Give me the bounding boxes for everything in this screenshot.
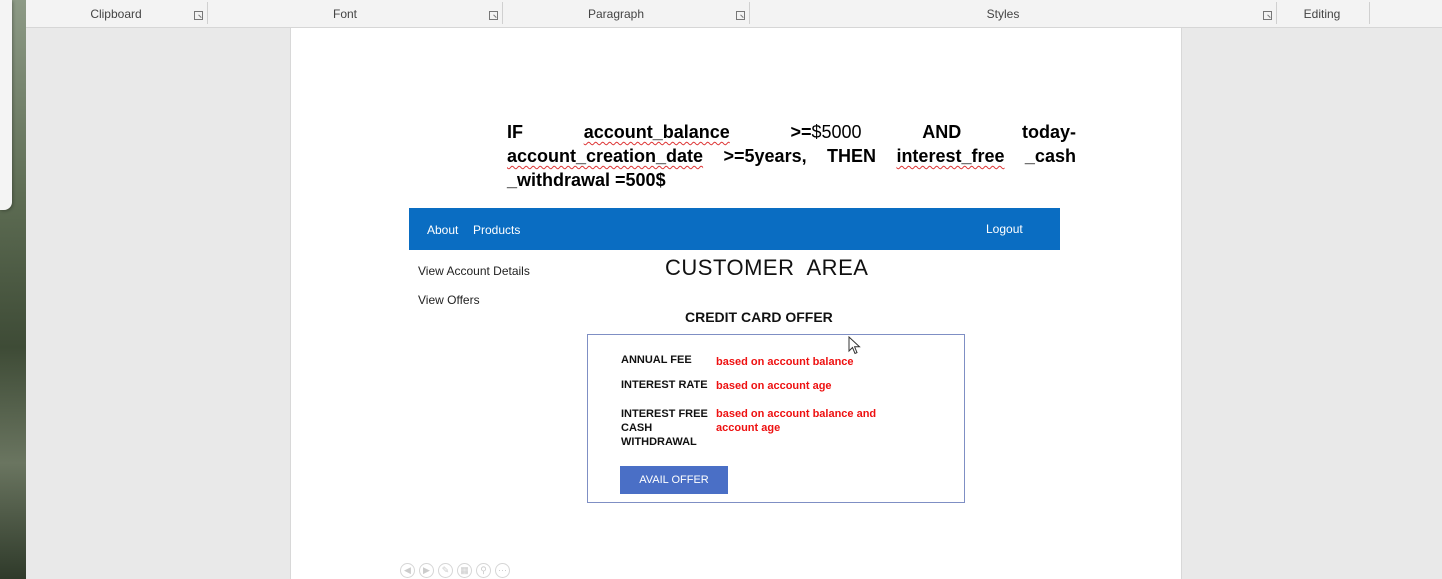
document-page[interactable]: IF account_balance >=$5000 AND today- ac… bbox=[290, 28, 1182, 579]
interest-rate-label: INTEREST RATE bbox=[621, 379, 708, 391]
annual-fee-value: based on account balance bbox=[716, 356, 854, 368]
mouse-pointer-icon bbox=[848, 336, 861, 355]
nav-logout-link[interactable]: Logout bbox=[986, 222, 1023, 236]
rule-word: AND bbox=[922, 122, 962, 142]
cash-withdrawal-value: based on account balance and account age bbox=[716, 408, 877, 434]
mockup-navbar: About Products Logout bbox=[409, 208, 1060, 250]
credit-card-offer-title: CREDIT CARD OFFER bbox=[685, 309, 833, 325]
zoom-icon[interactable]: ⚲ bbox=[476, 563, 491, 578]
rule-word: account_creation_date bbox=[507, 146, 704, 166]
ribbon-group-editing: Editing bbox=[1303, 7, 1341, 21]
annual-fee-label: ANNUAL FEE bbox=[621, 354, 692, 366]
rule-line-3: _withdrawal =500$ bbox=[507, 168, 1076, 192]
sidebar-item-account-details[interactable]: View Account Details bbox=[418, 264, 530, 278]
offer-card: ANNUAL FEE based on account balance INTE… bbox=[587, 334, 965, 503]
ribbon-group-font: Font bbox=[332, 7, 357, 21]
rule-word: _withdrawal =500$ bbox=[507, 170, 666, 190]
ribbon-group-paragraph: Paragraph bbox=[587, 7, 645, 21]
rule-text[interactable]: IF account_balance >=$5000 AND today- ac… bbox=[507, 120, 1076, 192]
next-icon[interactable]: ▶ bbox=[419, 563, 434, 578]
pen-icon[interactable]: ✎ bbox=[438, 563, 453, 578]
ribbon-divider bbox=[1369, 2, 1370, 24]
rule-word: >=$5000 bbox=[790, 122, 862, 142]
previous-icon[interactable]: ◀ bbox=[400, 563, 415, 578]
rule-word: interest_free bbox=[896, 146, 1005, 166]
nav-products-link[interactable]: Products bbox=[473, 223, 520, 237]
clipboard-launcher-icon[interactable] bbox=[194, 11, 203, 20]
font-launcher-icon[interactable] bbox=[489, 11, 498, 20]
slide-nav-icons: ◀ ▶ ✎ ▦ ⚲ ⋯ bbox=[400, 563, 510, 578]
sidebar-item-offers[interactable]: View Offers bbox=[418, 293, 480, 307]
rule-word: today- bbox=[1021, 122, 1076, 142]
slides-icon[interactable]: ▦ bbox=[457, 563, 472, 578]
side-panel bbox=[0, 0, 12, 210]
interest-rate-value: based on account age bbox=[716, 380, 832, 392]
rule-word: >=5years, bbox=[723, 146, 807, 166]
styles-launcher-icon[interactable] bbox=[1263, 11, 1272, 20]
paragraph-launcher-icon[interactable] bbox=[736, 11, 745, 20]
ribbon-group-clipboard: Clipboard bbox=[90, 7, 142, 21]
cash-withdrawal-label: INTEREST FREE CASH WITHDRAWAL bbox=[621, 408, 708, 448]
avail-offer-button[interactable]: AVAIL OFFER bbox=[620, 466, 728, 494]
rule-word: THEN bbox=[827, 146, 877, 166]
customer-area-title: CUSTOMER AREA bbox=[665, 255, 869, 280]
rule-line-1: IF account_balance >=$5000 AND today- bbox=[507, 120, 1076, 144]
rule-word: _cash bbox=[1024, 146, 1076, 166]
ribbon-group-styles: Styles bbox=[986, 7, 1020, 21]
rule-line-2: account_creation_date >=5years, THEN int… bbox=[507, 144, 1076, 168]
rule-word: account_balance bbox=[583, 122, 730, 142]
desktop-background bbox=[0, 0, 26, 579]
more-icon[interactable]: ⋯ bbox=[495, 563, 510, 578]
rule-word: IF bbox=[507, 122, 523, 142]
nav-about-link[interactable]: About bbox=[427, 223, 458, 237]
ribbon-group-labels: Clipboard Font Paragraph Styles Editing bbox=[26, 0, 1442, 28]
